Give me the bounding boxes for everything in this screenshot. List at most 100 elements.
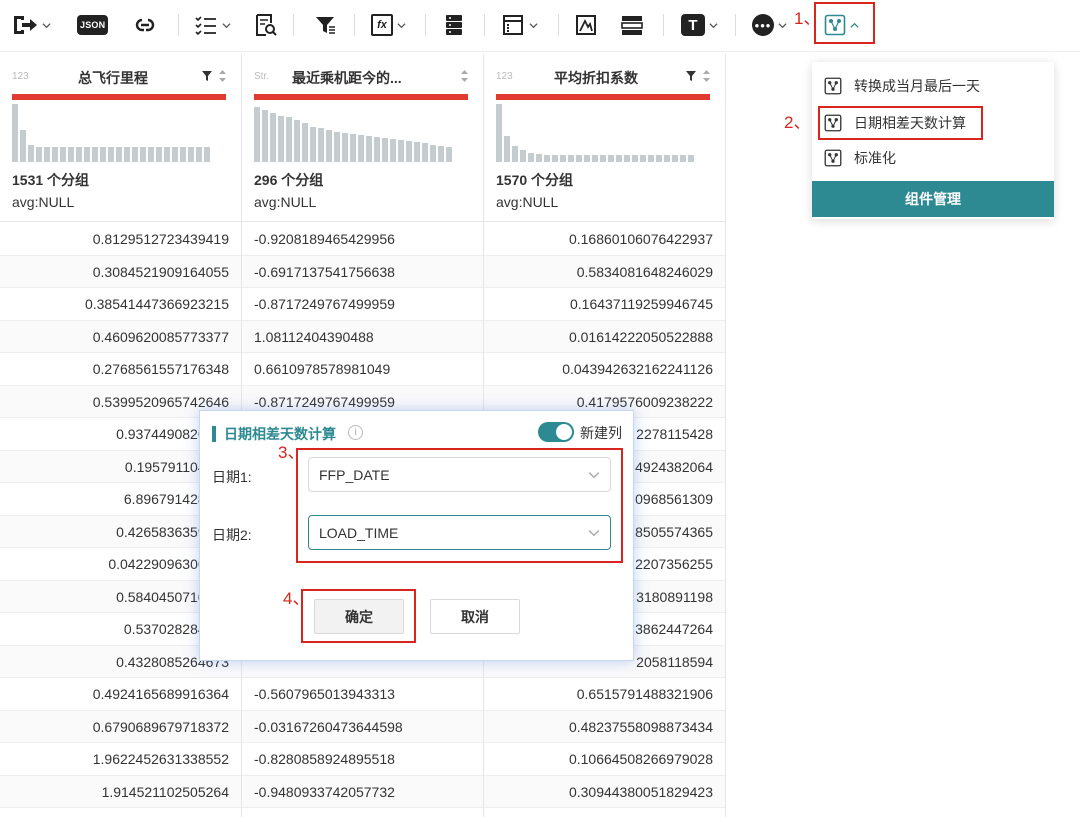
text-button[interactable]: T — [681, 12, 718, 38]
menu-item-normalize[interactable]: 标准化 — [824, 145, 896, 171]
column-header[interactable]: Str. 最近乘机距今的... 296 个分组 avg:NULL — [242, 54, 483, 222]
table-cell[interactable]: 0.39682373097628687 — [484, 808, 725, 817]
table-cell[interactable]: 1.08112404390488 — [242, 320, 483, 353]
table-cell[interactable]: 0.4609620085773377 — [0, 320, 241, 353]
annotation-box-dates — [296, 448, 623, 563]
sort-icon[interactable] — [218, 69, 227, 83]
table-cell[interactable]: 0.10664508266979028 — [484, 743, 725, 776]
column-header[interactable]: 123 总飞行里程 1531 个分组 avg:NULL — [0, 54, 241, 222]
histogram-bar — [342, 133, 348, 162]
table-cell[interactable]: 0.38541447366923215 — [0, 288, 241, 321]
histogram-bar — [270, 113, 276, 162]
sort-icon[interactable] — [460, 69, 469, 83]
table-cell[interactable]: -0.8280858924895518 — [242, 743, 483, 776]
column-histogram — [254, 104, 468, 162]
histogram-bar — [672, 155, 678, 162]
histogram-bar — [374, 137, 380, 162]
table-cell[interactable]: 0.2768561557176348 — [0, 353, 241, 386]
table-cell[interactable]: -0.8717249767499959 — [242, 288, 483, 321]
column-actions — [460, 69, 469, 83]
link-icon — [135, 18, 155, 32]
table-cell[interactable]: 1.9622452631338552 — [0, 743, 241, 776]
checklist-button[interactable] — [194, 12, 231, 38]
column-type-tag: Str. — [254, 71, 270, 82]
sort-icon[interactable] — [702, 69, 711, 83]
histogram-bar — [140, 147, 146, 162]
histogram-bar — [528, 153, 534, 162]
table-cell[interactable]: 0.8129512723439419 — [0, 223, 241, 256]
table-cell[interactable]: 0.6515791488321906 — [484, 678, 725, 711]
table-icon — [621, 16, 643, 35]
table-cell[interactable]: 0.30944380051829423 — [484, 775, 725, 808]
histogram-bar — [148, 147, 154, 162]
search-doc-button[interactable] — [254, 12, 278, 38]
table-button[interactable] — [620, 12, 644, 38]
column-actions — [201, 69, 227, 83]
export-button[interactable] — [12, 12, 51, 38]
histogram-bar — [382, 138, 388, 162]
toolbar-divider — [293, 14, 294, 36]
table-cell[interactable]: -0.5607965013943313 — [242, 678, 483, 711]
step-label-4: 4、 — [283, 589, 310, 608]
table-cell[interactable]: 0.4924165689916364 — [0, 678, 241, 711]
info-icon[interactable]: i — [348, 425, 363, 440]
table-cell[interactable]: 0.3084521909164055 — [0, 255, 241, 288]
histogram-bar — [334, 132, 340, 162]
column-avg: avg:NULL — [496, 194, 559, 210]
table-cell[interactable]: -0.9480933742057732 — [242, 775, 483, 808]
table-cell[interactable]: 0.043942632162241126 — [484, 353, 725, 386]
histogram-bar — [664, 155, 670, 162]
histogram-bar — [536, 154, 542, 162]
filter-icon[interactable] — [685, 70, 697, 82]
component-manage-button[interactable]: 组件管理 — [812, 181, 1054, 217]
toolbar-divider — [178, 14, 179, 36]
histogram-bar — [124, 147, 130, 162]
table-cell[interactable]: 0.16437119259946745 — [484, 288, 725, 321]
histogram-bar — [592, 155, 598, 162]
formula-button[interactable]: fx — [371, 12, 406, 38]
link-button[interactable] — [133, 12, 157, 38]
filter-button[interactable] — [314, 12, 336, 38]
table-cell[interactable]: 0.5834081648246029 — [484, 255, 725, 288]
filter-icon[interactable] — [201, 70, 213, 82]
chevron-down-icon — [397, 22, 406, 28]
table-cell[interactable]: -0.6917137541756638 — [242, 255, 483, 288]
more-icon: ••• — [752, 14, 774, 36]
more-button[interactable]: ••• — [752, 12, 787, 38]
histogram-bar — [446, 147, 452, 162]
table-cell[interactable]: 0.6790689679718372 — [0, 710, 241, 743]
table-cell[interactable]: 1.914521102505264 — [0, 775, 241, 808]
histogram-bar — [326, 130, 332, 162]
histogram-bar — [36, 147, 42, 162]
database-icon — [446, 15, 462, 35]
column-header[interactable]: 123 平均折扣系数 1570 个分组 avg:NULL — [484, 54, 725, 222]
chart-button[interactable] — [575, 12, 597, 38]
table-cell[interactable]: 0.01614222050522888 — [484, 320, 725, 353]
histogram-bar — [520, 150, 526, 162]
table-cell[interactable]: -0.03167260473644598 — [242, 710, 483, 743]
database-button[interactable] — [444, 12, 464, 38]
histogram-bar — [544, 155, 550, 162]
column-title: 平均折扣系数 — [554, 70, 638, 86]
table-cell[interactable]: -0.9208189465429956 — [242, 223, 483, 256]
layout-button[interactable] — [501, 12, 538, 38]
table-cell[interactable]: 0.48237558098873434 — [484, 710, 725, 743]
new-column-toggle[interactable] — [538, 422, 574, 442]
table-cell[interactable]: 0.16860106076422937 — [484, 223, 725, 256]
histogram-bar — [196, 147, 202, 162]
layout-icon — [503, 15, 523, 35]
table-cell[interactable]: 0.6610978578981049 — [242, 353, 483, 386]
histogram-bar — [576, 155, 582, 162]
histogram-bar — [616, 155, 622, 162]
histogram-bar — [600, 155, 606, 162]
step-label-3: 3、 — [278, 443, 305, 462]
menu-item-month-end[interactable]: 转换成当月最后一天 — [824, 73, 980, 99]
components-menu: 转换成当月最后一天 日期相差天数计算 标准化 组件管理 — [812, 62, 1054, 219]
table-cell[interactable]: 0.5043476091487842 — [0, 808, 241, 817]
column-type-tag: 123 — [496, 71, 513, 82]
json-button[interactable]: JSON — [77, 12, 109, 38]
table-cell[interactable]: -0.4353341341455544 — [242, 808, 483, 817]
group-count: 1531 个分组 — [12, 172, 90, 188]
chevron-down-icon — [778, 22, 787, 28]
cancel-button[interactable]: 取消 — [430, 599, 520, 634]
